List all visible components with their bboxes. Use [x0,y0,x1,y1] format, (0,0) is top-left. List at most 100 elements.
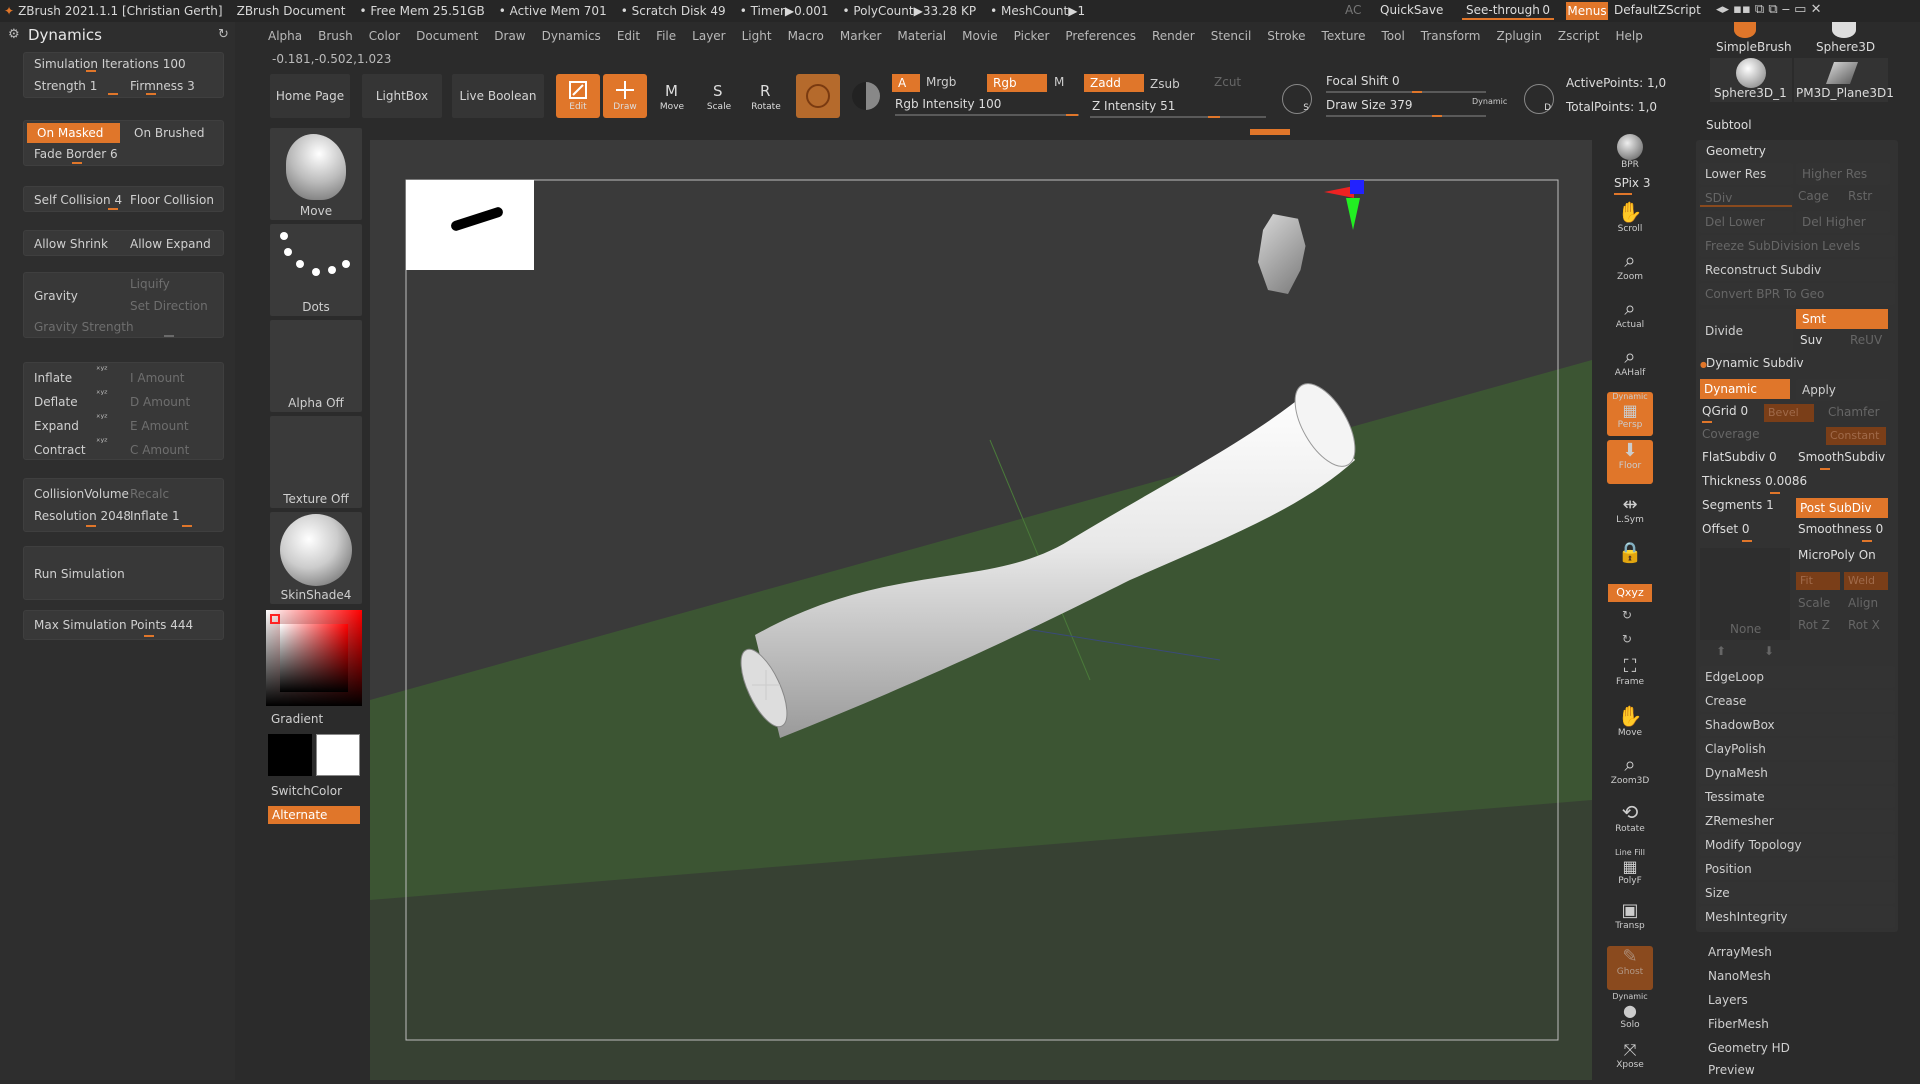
menu-marker[interactable]: Marker [840,29,881,43]
menu-preferences[interactable]: Preferences [1065,29,1136,43]
refresh-icon[interactable]: ↻ [218,27,229,42]
simulation-iterations-slider[interactable]: Simulation Iterations 100 [24,53,224,75]
rotate-y-icon[interactable]: ↻ [1622,608,1632,622]
see-through-slider[interactable]: See-through 0 [1462,2,1554,20]
rotate-view-button[interactable]: ⟲ Rotate [1607,800,1653,844]
expand-toggle[interactable]: Expand [24,415,94,437]
suv-toggle[interactable]: Suv [1800,333,1822,347]
dynamic-draw-size-toggle[interactable]: Dynamic [1472,97,1507,106]
position-section[interactable]: Position [1699,858,1895,880]
frame-button[interactable]: ⛶ Frame [1607,656,1653,700]
menu-dynamics[interactable]: Dynamics [542,29,601,43]
rot-x-toggle[interactable]: Rot X [1848,618,1880,632]
dynamic-subdiv-header[interactable]: Dynamic Subdiv [1706,356,1804,370]
rot-z-toggle[interactable]: Rot Z [1798,618,1830,632]
material-thumb[interactable]: SkinShade4 [270,512,362,604]
m-toggle[interactable]: M [1054,75,1064,89]
preview-section[interactable]: Preview [1708,1060,1755,1080]
menu-layer[interactable]: Layer [692,29,725,43]
ac-button[interactable]: AC [1345,3,1361,17]
persp-button[interactable]: Dynamic ▦ Persp [1607,392,1653,436]
rotate-mode-button[interactable]: R Rotate [744,74,788,118]
floor-collision-toggle[interactable]: Floor Collision [120,189,220,211]
qgrid-slider[interactable]: QGrid 0 [1702,404,1748,418]
ghost-button[interactable]: ✎ Ghost [1607,946,1653,990]
fade-border-slider[interactable]: Fade Border 6 [24,143,220,165]
e-amount-slider[interactable]: E Amount [120,415,220,437]
geometry-header[interactable]: Geometry [1706,144,1766,158]
stroke-thumb[interactable]: Dots [270,224,362,316]
sphere3d-thumb[interactable]: Sphere3D [1810,22,1880,56]
s-sym-icon[interactable]: S [1282,84,1312,114]
menu-picker[interactable]: Picker [1014,29,1050,43]
constant-toggle[interactable]: Constant [1826,427,1886,445]
zoom3d-button[interactable]: ⌕ Zoom3D [1607,752,1653,796]
xyz-rotation-toggle[interactable]: Qxyz [1608,584,1652,602]
crease-section[interactable]: Crease [1699,690,1895,712]
reuv-toggle[interactable]: ReUV [1850,333,1882,347]
geometry-hd-section[interactable]: Geometry HD [1708,1038,1790,1058]
allow-expand-toggle[interactable]: Allow Expand [120,233,220,255]
draw-size-slider[interactable]: Draw Size 379 [1326,98,1413,112]
thickness-slider[interactable]: Thickness 0.0086 [1702,474,1807,488]
post-subdiv-toggle[interactable]: Post SubDiv [1796,498,1888,518]
cage-button[interactable]: Cage [1798,189,1829,203]
transp-button[interactable]: ▣ Transp [1607,900,1653,944]
menu-material[interactable]: Material [897,29,946,43]
simplebrush-thumb[interactable]: SimpleBrush [1716,22,1792,56]
del-lower-button[interactable]: Del Lower [1699,211,1793,233]
rstr-button[interactable]: Rstr [1848,189,1872,203]
coverage-slider[interactable]: Coverage [1702,427,1760,441]
menu-zplugin[interactable]: Zplugin [1497,29,1542,43]
nanomesh-section[interactable]: NanoMesh [1708,966,1771,986]
i-amount-slider[interactable]: I Amount [120,367,220,389]
size-section[interactable]: Size [1699,882,1895,904]
micropoly-scale-slider[interactable]: Scale [1798,596,1830,610]
menu-transform[interactable]: Transform [1421,29,1481,43]
modify-topology-section[interactable]: Modify Topology [1699,834,1895,856]
secondary-color-swatch[interactable] [268,734,312,776]
micropoly-preview[interactable]: None [1700,548,1790,640]
reconstruct-subdiv-button[interactable]: Reconstruct Subdiv [1699,259,1895,281]
liquify-toggle[interactable]: Liquify [120,273,220,295]
menu-help[interactable]: Help [1616,29,1643,43]
edit-mode-button[interactable]: Edit [556,74,600,118]
menu-tool[interactable]: Tool [1381,29,1404,43]
tessimate-section[interactable]: Tessimate [1699,786,1895,808]
self-collision-slider[interactable]: Self Collision 4 [24,189,122,211]
focal-shift-slider[interactable]: Focal Shift 0 [1326,74,1400,88]
brush-color-swatch[interactable] [796,74,840,118]
d-amount-slider[interactable]: D Amount [120,391,220,413]
max-simulation-points-slider[interactable]: Max Simulation Points 444 [24,614,220,636]
move-mode-button[interactable]: M Move [650,74,694,118]
edgeloop-section[interactable]: EdgeLoop [1699,666,1895,688]
menu-brush[interactable]: Brush [318,29,353,43]
expand-xyz[interactable]: ˣʸᶻ [96,413,108,424]
layers-section[interactable]: Layers [1708,990,1748,1010]
rgb-intensity-slider[interactable]: Rgb Intensity 100 [895,97,1001,111]
menu-movie[interactable]: Movie [962,29,998,43]
canvas-viewport[interactable] [370,140,1592,1080]
higher-res-button[interactable]: Higher Res [1796,163,1890,185]
contract-toggle[interactable]: Contract [24,439,94,461]
meshintegrity-section[interactable]: MeshIntegrity [1699,906,1895,928]
axis-gizmo[interactable] [1324,180,1364,230]
resolution-slider[interactable]: Resolution 2048 [24,505,131,527]
menu-edit[interactable]: Edit [617,29,640,43]
bpr-button[interactable]: BPR [1607,130,1653,174]
menu-alpha[interactable]: Alpha [268,29,302,43]
del-higher-button[interactable]: Del Higher [1796,211,1890,233]
flatsubdiv-slider[interactable]: FlatSubdiv 0 [1702,450,1777,464]
zadd-toggle[interactable]: Zadd [1084,74,1144,92]
subtool-header[interactable]: Subtool [1706,118,1752,132]
gravity-toggle[interactable]: Gravity [24,285,114,307]
zsub-toggle[interactable]: Zsub [1150,77,1180,91]
texture-thumb[interactable]: Texture Off [270,416,362,508]
smt-toggle[interactable]: Smt [1796,309,1888,329]
menu-macro[interactable]: Macro [788,29,824,43]
lightbox-button[interactable]: LightBox [362,74,442,118]
lsym-button[interactable]: ⇹ L.Sym [1607,494,1653,538]
apply-button[interactable]: Apply [1796,379,1890,401]
scroll-button[interactable]: ✋ Scroll [1607,200,1653,244]
inflate-xyz[interactable]: ˣʸᶻ [96,365,108,376]
